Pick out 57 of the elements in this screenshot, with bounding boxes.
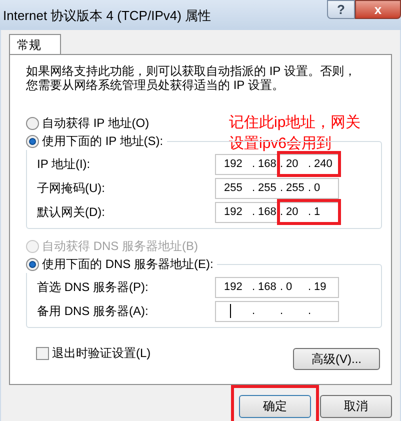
field-label: 子网掩码(U): [37,180,105,197]
octet-separator: . [252,180,256,196]
octet-separator: . [280,180,284,196]
field-label: IP 地址(I): [37,156,90,173]
octet-text: 192 [224,280,242,295]
ip-address-field[interactable]: 192 . 168 . 20 . 240 [215,154,339,174]
checkbox-label: 退出时验证设置(L) [52,345,151,362]
octet-text: 192 [224,204,242,220]
octet-separator: . [308,204,312,220]
ip-address-field[interactable]: 192 . 168 . 0 . 19 [215,276,339,298]
octet-separator: . [308,280,312,295]
octet-separator: . [280,304,284,319]
octet-separator: . [280,280,284,295]
octet-text: 20 [286,204,298,220]
octet-text: 168 [258,204,276,220]
octet-text: 20 [286,156,298,172]
radio-button[interactable] [26,258,39,270]
dialog-button[interactable]: 取消 [320,394,392,418]
ip-address-field[interactable]: 255 . 255 . 255 . 0 [215,178,339,198]
octet-separator: . [252,156,256,172]
octet-text: 19 [314,280,326,295]
octet-separator: . [252,204,256,220]
checkbox[interactable] [36,346,49,360]
octet-separator: . [308,156,312,172]
octet-text: 168 [258,156,276,172]
window-title: Internet 协议版本 4 (TCP/IPv4) 属性 [3,7,212,25]
advanced-button[interactable]: 高级(V)... [293,348,380,370]
octet-text: 255 [258,180,276,196]
ip-address-field[interactable]: . . . [215,300,339,322]
octet-separator: . [280,204,284,220]
dialog-button[interactable]: 确定 [239,394,311,418]
octet-text: 0 [314,180,320,196]
radio-label: 使用下面的 IP 地址(S): [42,133,164,150]
octet-text: 255 [286,180,304,196]
octet-separator: . [252,280,256,295]
octet-text: 0 [286,280,292,295]
description-text: 如果网络支持此功能，则可以获取自动指派的 IP 设置。否则，您需要从网络系统管理员处获得适当的 IP 设置。 [26,64,357,92]
field-label: 首选 DNS 服务器(P): [37,279,148,296]
radio-button[interactable] [26,116,39,130]
octet-separator: . [308,304,312,319]
octet-text: 255 [224,180,242,196]
radio-button[interactable] [26,134,39,148]
octet-separator: . [280,156,284,172]
radio-label: 自动获得 IP 地址(O) [42,115,150,132]
radio-label: 使用下面的 DNS 服务器地址(E): [42,256,214,273]
octet-separator: . [252,304,256,319]
octet-text: 1 [314,204,320,220]
field-label: 默认网关(D): [37,204,105,221]
ip-address-field[interactable]: 192 . 168 . 20 . 1 [215,202,339,222]
octet-text: 240 [314,156,332,172]
radio-label: 自动获得 DNS 服务器地址(B) [42,238,198,255]
help-button[interactable]: ? [327,0,355,19]
tab[interactable]: 常规 [9,34,61,55]
octet-separator: . [308,180,312,196]
field-label: 备用 DNS 服务器(A): [37,303,148,320]
octet-text: 192 [224,156,242,172]
octet-text: 168 [258,280,276,295]
